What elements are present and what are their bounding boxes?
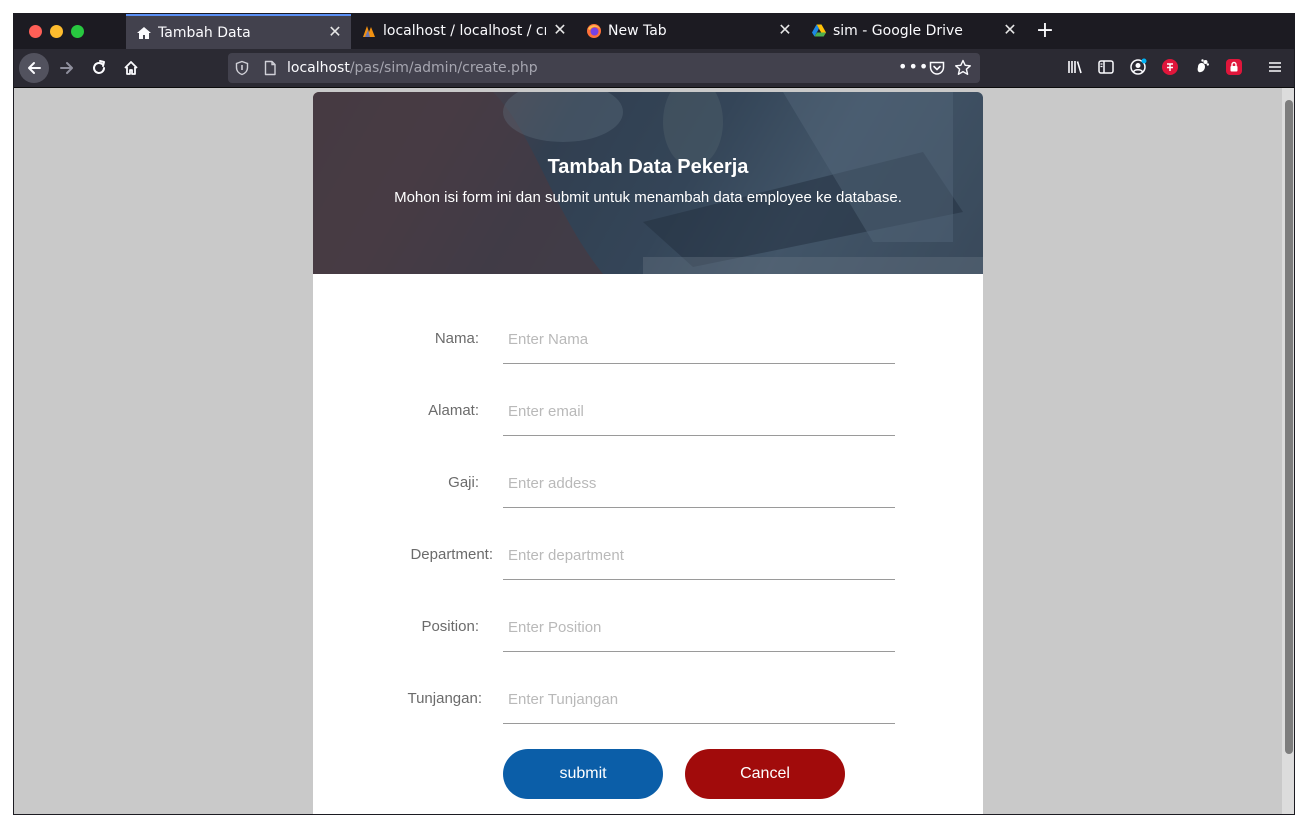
hamburger-menu-icon[interactable]	[1264, 56, 1286, 78]
form-card: Tambah Data Pekerja Mohon isi form ini d…	[313, 92, 983, 814]
arrow-right-icon	[60, 62, 73, 74]
sidebar-icon[interactable]	[1095, 56, 1117, 78]
bookmark-star-icon[interactable]	[954, 59, 972, 81]
lock-extension-icon[interactable]	[1223, 56, 1245, 78]
maximize-window-button[interactable]	[71, 25, 84, 38]
reload-button[interactable]	[84, 53, 114, 83]
page-actions-icon[interactable]: •••	[898, 57, 929, 76]
tab-label: sim - Google Drive	[833, 23, 963, 39]
reload-icon	[93, 60, 105, 74]
position-input[interactable]	[503, 604, 895, 652]
account-icon[interactable]	[1127, 56, 1149, 78]
shield-icon[interactable]	[234, 60, 250, 80]
position-label: Position:	[421, 618, 479, 635]
url-text[interactable]: localhost/pas/sim/admin/create.php	[287, 59, 538, 77]
scrollbar-thumb[interactable]	[1285, 100, 1293, 754]
url-host: localhost	[287, 60, 350, 76]
close-tab-icon[interactable]: ✕	[777, 21, 793, 39]
new-tab-button[interactable]: +	[1032, 18, 1058, 44]
form-row-tunjangan: Tunjangan:	[313, 676, 983, 736]
pocket-icon[interactable]	[928, 59, 946, 81]
address-bar[interactable]: localhost/pas/sim/admin/create.php •••	[228, 53, 980, 83]
hero-overlay	[313, 92, 983, 274]
close-window-button[interactable]	[29, 25, 42, 38]
tab-phpmyadmin[interactable]: localhost / localhost / crud ✕	[351, 14, 576, 49]
tab-label: localhost / localhost / crud	[383, 23, 546, 39]
page-viewport: Tambah Data Pekerja Mohon isi form ini d…	[14, 88, 1282, 814]
back-button[interactable]	[19, 53, 49, 83]
firefox-icon	[586, 23, 602, 39]
library-icon[interactable]	[1064, 56, 1086, 78]
page-title: Tambah Data Pekerja	[547, 156, 749, 178]
alamat-label: Alamat:	[428, 402, 479, 419]
alamat-input[interactable]	[503, 388, 895, 436]
form-row-alamat: Alamat:	[313, 388, 983, 448]
submit-button[interactable]: submit	[503, 749, 663, 799]
google-drive-icon	[811, 23, 827, 39]
close-tab-icon[interactable]: ✕	[1002, 21, 1018, 39]
nama-input[interactable]	[503, 316, 895, 364]
form-row-nama: Nama:	[313, 316, 983, 376]
page-icon[interactable]	[262, 60, 278, 80]
home-icon	[124, 61, 138, 75]
house-icon	[136, 25, 152, 41]
cancel-button[interactable]: Cancel	[685, 749, 845, 799]
nama-label: Nama:	[434, 330, 479, 347]
tab-bar: Tambah Data ✕ localhost / localhost / cr…	[14, 14, 1294, 49]
arrow-left-icon	[28, 62, 41, 74]
gaji-input[interactable]	[503, 460, 895, 508]
tab-tambah-data[interactable]: Tambah Data ✕	[126, 14, 351, 49]
tunjangan-input[interactable]	[503, 676, 895, 724]
tunjangan-label: Tunjangan:	[407, 690, 482, 707]
department-input[interactable]	[503, 532, 895, 580]
department-label: Department:	[410, 546, 493, 563]
tab-label: Tambah Data	[158, 25, 251, 41]
gaji-label: Gaji:	[448, 474, 479, 491]
tab-new-tab[interactable]: New Tab ✕	[576, 14, 801, 49]
phpmyadmin-icon	[361, 23, 377, 39]
hero-banner: Tambah Data Pekerja Mohon isi form ini d…	[313, 92, 983, 274]
close-tab-icon[interactable]: ✕	[327, 23, 343, 41]
minimize-window-button[interactable]	[50, 25, 63, 38]
form-row-department: Department:	[313, 532, 983, 592]
close-tab-icon[interactable]: ✕	[552, 21, 568, 39]
form-row-position: Position:	[313, 604, 983, 664]
gnome-extension-icon[interactable]	[1191, 56, 1213, 78]
form-row-gaji: Gaji:	[313, 460, 983, 520]
tab-label: New Tab	[608, 23, 667, 39]
vertical-scrollbar[interactable]	[1282, 88, 1294, 814]
nav-bar: localhost/pas/sim/admin/create.php •••	[14, 49, 1294, 88]
page-subtitle: Mohon isi form ini dan submit untuk mena…	[394, 189, 902, 206]
extension-red-icon[interactable]	[1159, 56, 1181, 78]
home-button[interactable]	[116, 53, 146, 83]
browser-window: Tambah Data ✕ localhost / localhost / cr…	[13, 13, 1295, 815]
url-path: /pas/sim/admin/create.php	[349, 60, 538, 76]
tab-google-drive[interactable]: sim - Google Drive ✕	[801, 14, 1026, 49]
forward-button[interactable]	[52, 53, 82, 83]
